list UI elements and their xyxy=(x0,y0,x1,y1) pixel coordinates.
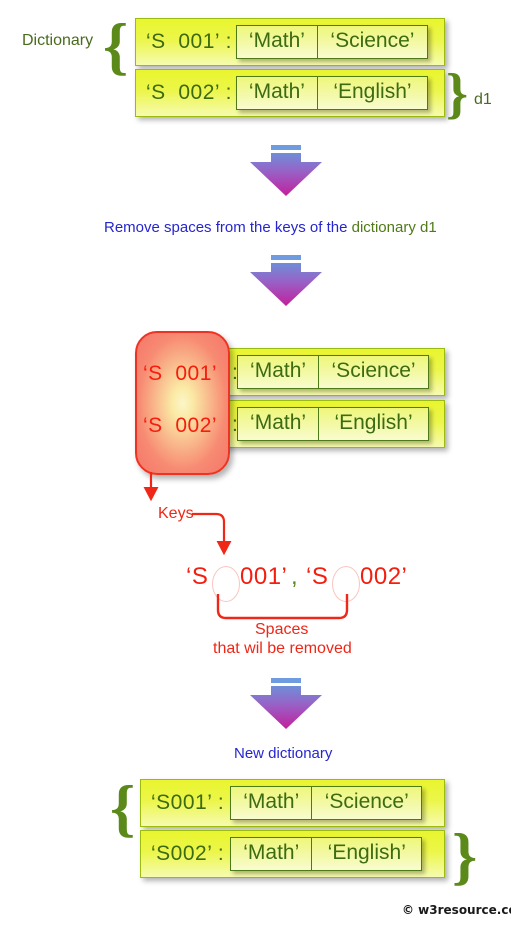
flow-arrow-1 xyxy=(250,145,322,196)
watermark: © w3resource.com xyxy=(402,903,511,917)
value-cell: ‘Science’ xyxy=(319,355,430,389)
top-dict-row-2-values: ‘Math’ ‘English’ xyxy=(235,76,428,110)
new-dict-close-brace: } xyxy=(452,820,478,891)
value-cell: ‘Math’ xyxy=(237,407,320,441)
new-dict-row-2-key: ‘S002’ : xyxy=(151,842,225,865)
new-dict-row-1: ‘S001’ : ‘Math’ ‘Science’ xyxy=(140,779,445,827)
value-cell: ‘English’ xyxy=(317,76,428,110)
step-2-caption: New dictionary xyxy=(234,745,333,762)
flow-arrow-2 xyxy=(250,255,322,306)
highlight-key-2: ‘S 002’ xyxy=(143,414,218,437)
top-dict-row-1: ‘S 001’ : ‘Math’ ‘Science’ xyxy=(135,18,445,66)
value-cell: ‘Science’ xyxy=(312,786,423,820)
new-dict-row-1-key: ‘S001’ : xyxy=(151,791,225,814)
new-dict-open-brace: { xyxy=(110,772,136,843)
spaces-bracket xyxy=(216,594,349,620)
top-dict-row-2: ‘S 002’ : ‘Math’ ‘English’ xyxy=(135,69,445,117)
new-dict-row-1-values: ‘Math’ ‘Science’ xyxy=(230,786,423,820)
spaces-note-line-1: Spaces xyxy=(255,621,309,638)
value-cell: ‘English’ xyxy=(319,407,430,441)
flow-arrow-3 xyxy=(250,678,322,729)
highlight-row-2-colon: : xyxy=(232,413,238,436)
value-cell: ‘Math’ xyxy=(235,25,318,59)
keys-expansion-key-a-right: 001’ xyxy=(240,563,288,590)
spaces-note-line-2: that wil be removed xyxy=(213,640,352,657)
keys-expansion-key-b-left: ‘S xyxy=(306,563,329,590)
keys-expansion-key-b-right: 002’ xyxy=(360,563,408,590)
dictionary-label: Dictionary xyxy=(22,32,94,49)
step-1-caption: Remove spaces from the keys of the dicti… xyxy=(104,219,437,236)
highlight-row-1-colon: : xyxy=(232,361,238,384)
highlight-dict-row-1-values: ‘Math’ ‘Science’ xyxy=(237,355,430,389)
keys-highlight-box xyxy=(135,331,230,475)
value-cell: ‘Math’ xyxy=(235,76,318,110)
highlight-dict-row-2-values: ‘Math’ ‘English’ xyxy=(237,407,430,441)
dictionary-open-brace: { xyxy=(103,10,129,81)
value-cell: ‘Math’ xyxy=(230,786,313,820)
keys-expansion-separator: , xyxy=(291,563,298,590)
value-cell: ‘English’ xyxy=(312,837,423,871)
keys-expansion-key-a-left: ‘S xyxy=(186,563,209,590)
dictionary-close-brace: } xyxy=(446,63,469,125)
top-dict-row-1-values: ‘Math’ ‘Science’ xyxy=(235,25,428,59)
value-cell: ‘Math’ xyxy=(237,355,320,389)
highlight-key-1: ‘S 001’ xyxy=(143,362,218,385)
step-1-caption-prefix: Remove spaces from the keys of the xyxy=(104,219,352,236)
step-1-caption-highlight: dictionary d1 xyxy=(351,219,437,236)
new-dict-row-2-values: ‘Math’ ‘English’ xyxy=(230,837,423,871)
top-dict-row-2-key: ‘S 002’ : xyxy=(146,81,232,104)
top-dict-row-1-key: ‘S 001’ : xyxy=(146,30,232,53)
dictionary-variable-label: d1 xyxy=(474,91,492,108)
new-dict-row-2: ‘S002’ : ‘Math’ ‘English’ xyxy=(140,830,445,878)
value-cell: ‘Math’ xyxy=(230,837,313,871)
keys-callout-label: Keys xyxy=(158,505,194,522)
value-cell: ‘Science’ xyxy=(317,25,428,59)
